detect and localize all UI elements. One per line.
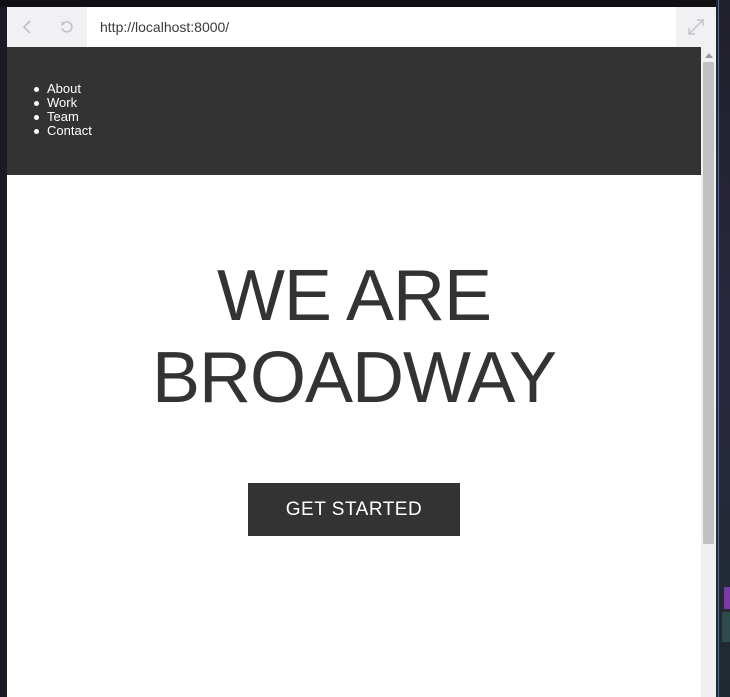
nav-link-about[interactable]: About [47,81,81,96]
hero-title: WE ARE BROADWAY [7,255,701,419]
nav-link-work[interactable]: Work [47,95,77,110]
scroll-thumb[interactable] [703,62,714,544]
hero-title-line2: BROADWAY [151,338,557,418]
get-started-button[interactable]: GET STARTED [248,483,460,536]
reload-button[interactable] [47,7,87,47]
desktop-accent-teal [722,612,730,642]
back-arrow-icon [22,20,31,34]
expand-icon [688,19,704,35]
nav-item-about[interactable]: About [34,81,92,96]
window-edge-line [718,0,719,697]
browser-window: http://localhost:8000/ About Work Team C… [7,7,716,697]
site-header: About Work Team Contact [7,47,701,175]
nav-item-work[interactable]: Work [34,95,92,110]
page-viewport: About Work Team Contact WE ARE BROADWAY … [7,47,701,697]
hero-title-line1: WE ARE [216,256,492,336]
browser-toolbar: http://localhost:8000/ [7,7,716,47]
nav-item-team[interactable]: Team [34,109,92,124]
url-text: http://localhost:8000/ [100,19,230,35]
nav-link-contact[interactable]: Contact [47,123,92,138]
nav-link-team[interactable]: Team [47,109,79,124]
nav-item-contact[interactable]: Contact [34,123,92,138]
get-started-label: GET STARTED [285,498,423,520]
back-button[interactable] [7,7,47,47]
desktop-top-strip [0,0,730,7]
expand-button[interactable] [676,7,716,47]
address-bar[interactable]: http://localhost:8000/ [87,7,676,47]
desktop-accent-purple [724,587,730,609]
desktop-background-edge [716,0,730,697]
vertical-scrollbar[interactable] [701,47,716,697]
scroll-up-icon[interactable] [705,53,713,58]
nav-menu: About Work Team Contact [34,81,92,138]
reload-icon [61,21,73,33]
